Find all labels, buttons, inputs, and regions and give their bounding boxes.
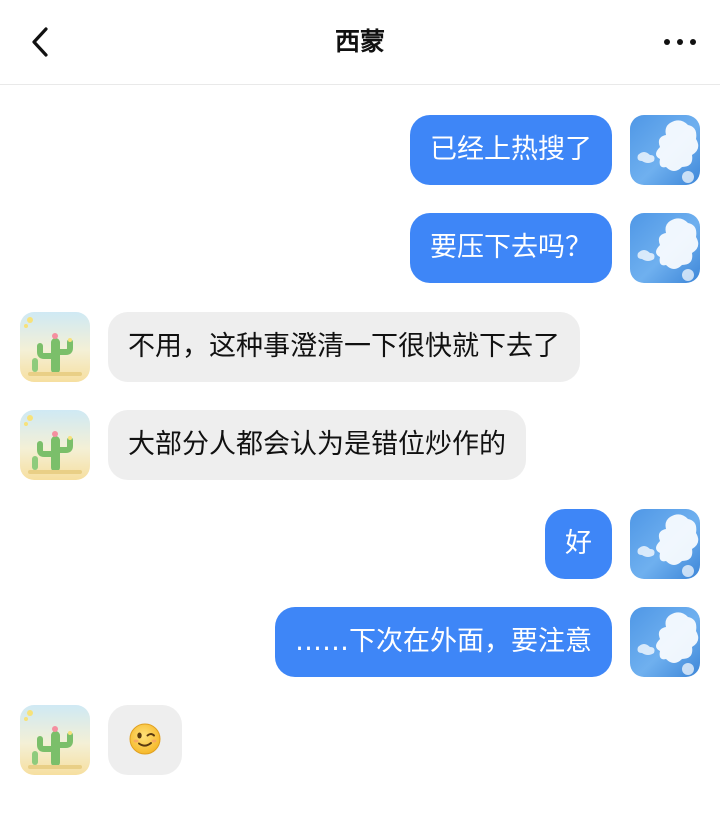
message-row-outgoing: 已经上热搜了	[0, 115, 720, 185]
contact-avatar[interactable]	[20, 705, 90, 775]
message-row-incoming: 不用，这种事澄清一下很快就下去了	[0, 312, 720, 382]
my-avatar[interactable]	[630, 607, 700, 677]
more-options-button[interactable]	[662, 28, 698, 56]
message-row-outgoing: ……下次在外面，要注意	[0, 607, 720, 677]
message-bubble-incoming[interactable]: 大部分人都会认为是错位炒作的	[108, 410, 526, 480]
my-avatar[interactable]	[630, 509, 700, 579]
chat-header: 西蒙	[0, 0, 720, 85]
sky-clouds-avatar-icon	[630, 509, 700, 579]
my-avatar[interactable]	[630, 115, 700, 185]
cactus-avatar-icon	[20, 410, 90, 480]
message-bubble-outgoing[interactable]: 要压下去吗？	[410, 213, 612, 283]
contact-avatar[interactable]	[20, 410, 90, 480]
message-row-incoming: 大部分人都会认为是错位炒作的	[0, 410, 720, 480]
message-row-outgoing: 好	[0, 509, 720, 579]
cactus-avatar-icon	[20, 705, 90, 775]
message-bubble-outgoing[interactable]: 好	[545, 509, 612, 579]
message-bubble-outgoing[interactable]: 已经上热搜了	[410, 115, 612, 185]
sky-clouds-avatar-icon	[630, 213, 700, 283]
message-bubble-outgoing[interactable]: ……下次在外面，要注意	[275, 607, 612, 677]
message-bubble-incoming[interactable]: 不用，这种事澄清一下很快就下去了	[108, 312, 580, 382]
sky-clouds-avatar-icon	[630, 115, 700, 185]
message-row-outgoing: 要压下去吗？	[0, 213, 720, 283]
message-list[interactable]: 已经上热搜了 要压下去吗？ 不用，这种事澄清一下很快就下去了 大部分人都会认为是…	[0, 85, 720, 823]
sky-clouds-avatar-icon	[630, 607, 700, 677]
message-row-incoming	[0, 705, 720, 775]
contact-avatar[interactable]	[20, 312, 90, 382]
my-avatar[interactable]	[630, 213, 700, 283]
chat-title: 西蒙	[334, 27, 385, 56]
cactus-avatar-icon	[20, 312, 90, 382]
wink-face-icon	[129, 723, 161, 754]
message-bubble-emoji[interactable]	[108, 705, 182, 775]
more-dots-icon	[664, 39, 696, 45]
